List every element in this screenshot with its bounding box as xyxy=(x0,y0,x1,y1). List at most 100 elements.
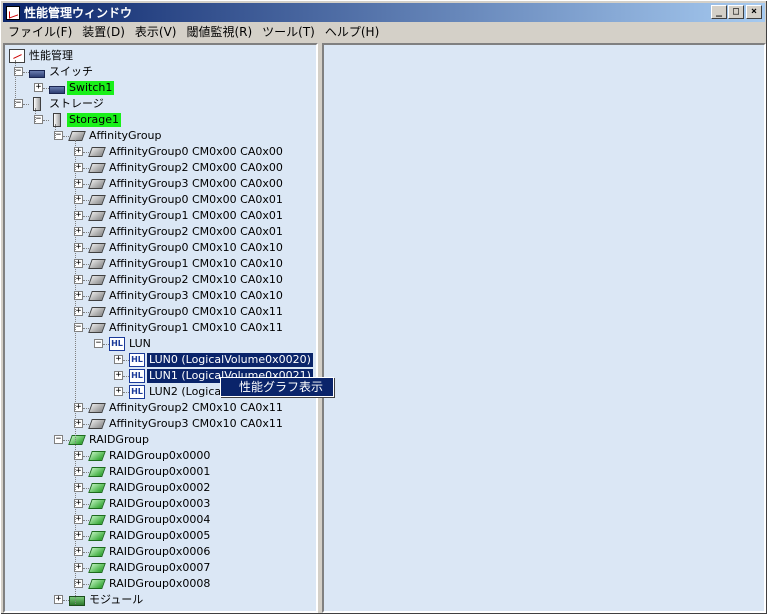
raid-group-icon xyxy=(88,483,106,493)
tree-item-label: AffinityGroup xyxy=(89,129,162,142)
affinity-group-icon xyxy=(88,275,106,285)
expand-icon[interactable]: + xyxy=(34,83,43,92)
tree-raid-item[interactable]: RAIDGroup0x0001 xyxy=(88,464,212,480)
close-button[interactable]: × xyxy=(746,5,762,19)
expand-icon[interactable]: + xyxy=(114,355,123,364)
tree-switch1[interactable]: Switch1 xyxy=(49,80,115,96)
app-icon[interactable] xyxy=(6,5,20,20)
tree-raid-item[interactable]: RAIDGroup0x0006 xyxy=(88,544,212,560)
tree-module-group[interactable]: モジュール xyxy=(69,592,145,608)
module-icon xyxy=(69,596,85,606)
title-bar[interactable]: 性能管理ウィンドウ _ □ × xyxy=(3,3,765,22)
tree-guide-line xyxy=(75,140,76,604)
affinity-group-icon xyxy=(88,243,106,253)
tree-storage1[interactable]: Storage1 xyxy=(49,112,122,128)
expand-icon[interactable]: + xyxy=(114,371,123,380)
window-controls: _ □ × xyxy=(710,5,762,19)
tree-affinity-item[interactable]: AffinityGroup0 CM0x10 CA0x11 xyxy=(88,304,285,320)
tree-raid-item[interactable]: RAIDGroup0x0003 xyxy=(88,496,212,512)
raid-group-icon xyxy=(68,435,86,445)
menu-device[interactable]: 装置(D) xyxy=(77,23,130,42)
tree-lun-group[interactable]: HL LUN xyxy=(109,336,153,352)
affinity-group-icon xyxy=(88,147,106,157)
raid-group-icon xyxy=(88,467,106,477)
tree-item-label: AffinityGroup2 CM0x00 CA0x00 xyxy=(109,161,283,174)
tree-item-label: AffinityGroup2 CM0x10 CA0x10 xyxy=(109,273,283,286)
tree-item-label: AffinityGroup0 CM0x10 CA0x11 xyxy=(109,305,283,318)
tree-affinity-item[interactable]: AffinityGroup3 CM0x00 CA0x00 xyxy=(88,176,285,192)
tree-lun-item[interactable]: HL LUN0 (LogicalVolume0x0020) xyxy=(129,352,313,368)
tree-item-label: AffinityGroup3 CM0x00 CA0x00 xyxy=(109,177,283,190)
tree-affinity-item[interactable]: AffinityGroup3 CM0x10 CA0x10 xyxy=(88,288,285,304)
affinity-group-icon xyxy=(88,307,106,317)
menu-threshold[interactable]: 閾値監視(R) xyxy=(181,23,257,42)
affinity-group-icon xyxy=(88,403,106,413)
tree-raid-item[interactable]: RAIDGroup0x0007 xyxy=(88,560,212,576)
maximize-button[interactable]: □ xyxy=(728,5,744,19)
expand-icon[interactable]: + xyxy=(114,387,123,396)
close-icon: × xyxy=(750,6,758,17)
tree-item-label: Switch1 xyxy=(67,81,115,95)
tree-affinity-item[interactable]: AffinityGroup2 CM0x10 CA0x11 xyxy=(88,400,285,416)
tree-item-label: RAIDGroup0x0000 xyxy=(109,449,211,462)
tree-raid-item[interactable]: RAIDGroup0x0004 xyxy=(88,512,212,528)
tree-raid-item[interactable]: RAIDGroup0x0000 xyxy=(88,448,212,464)
tree-item-label: スイッチ xyxy=(49,65,93,78)
tree-affinity-group[interactable]: AffinityGroup xyxy=(68,128,164,144)
tree-raid-group[interactable]: RAIDGroup xyxy=(68,432,151,448)
tree-item-label: RAIDGroup0x0006 xyxy=(109,545,211,558)
performance-chart-icon xyxy=(9,49,25,63)
tree-affinity-item[interactable]: AffinityGroup2 CM0x00 CA0x00 xyxy=(88,160,285,176)
tree-affinity-item[interactable]: AffinityGroup0 CM0x00 CA0x01 xyxy=(88,192,285,208)
tree-affinity-item[interactable]: AffinityGroup0 CM0x00 CA0x00 xyxy=(88,144,285,160)
device-tree: 性能管理 − スイッチ + Switch1− ストレージ − Storage1− Affinit… xyxy=(5,45,316,611)
expand-icon[interactable]: + xyxy=(54,595,63,604)
tree-affinity-item[interactable]: AffinityGroup1 CM0x10 CA0x11 xyxy=(88,320,285,336)
affinity-group-icon xyxy=(88,195,106,205)
tree-affinity-item[interactable]: AffinityGroup1 CM0x00 CA0x01 xyxy=(88,208,285,224)
tree-raid-item[interactable]: RAIDGroup0x0005 xyxy=(88,528,212,544)
menu-help[interactable]: ヘルプ(H) xyxy=(320,23,384,42)
affinity-group-icon xyxy=(88,211,106,221)
tree-item-label: RAIDGroup0x0002 xyxy=(109,481,211,494)
tree-item-label: RAIDGroup0x0004 xyxy=(109,513,211,526)
raid-group-icon xyxy=(88,531,106,541)
tree-affinity-item[interactable]: AffinityGroup1 CM0x10 CA0x10 xyxy=(88,256,285,272)
tree-guide-line xyxy=(35,108,36,124)
raid-group-icon xyxy=(88,515,106,525)
tree-raid-item[interactable]: RAIDGroup0x0008 xyxy=(88,576,212,592)
tree-affinity-item[interactable]: AffinityGroup2 CM0x00 CA0x01 xyxy=(88,224,285,240)
tree-item-label: AffinityGroup0 CM0x00 CA0x01 xyxy=(109,193,283,206)
minimize-button[interactable]: _ xyxy=(711,5,727,19)
maximize-icon: □ xyxy=(732,6,740,17)
tree-lun-item[interactable]: HL LUN2 (LogicalV xyxy=(129,384,234,400)
tree-item-label: 性能管理 xyxy=(29,49,73,62)
tree-item-label: RAIDGroup xyxy=(89,433,149,446)
content-pane[interactable] xyxy=(322,43,766,613)
tree-item-label: AffinityGroup0 CM0x10 CA0x10 xyxy=(109,241,283,254)
lun-icon: HL xyxy=(109,337,125,351)
minimize-icon: _ xyxy=(715,6,723,17)
collapse-icon[interactable]: − xyxy=(94,339,103,348)
tree-item-label: RAIDGroup0x0005 xyxy=(109,529,211,542)
tree-switch-group[interactable]: スイッチ xyxy=(29,64,95,80)
tree-item-label: RAIDGroup0x0003 xyxy=(109,497,211,510)
tree-guide-line xyxy=(15,60,16,108)
window-title: 性能管理ウィンドウ xyxy=(24,6,133,20)
tree-raid-item[interactable]: RAIDGroup0x0002 xyxy=(88,480,212,496)
affinity-group-icon xyxy=(88,323,106,333)
tree-item-label: LUN xyxy=(129,337,151,350)
menu-file[interactable]: ファイル(F) xyxy=(3,23,77,42)
menu-view[interactable]: 表示(V) xyxy=(130,23,182,42)
menu-tools[interactable]: ツール(T) xyxy=(257,23,320,42)
tree-item-label: モジュール xyxy=(89,593,144,606)
collapse-icon[interactable]: − xyxy=(54,435,63,444)
raid-group-icon xyxy=(88,579,106,589)
tree-affinity-item[interactable]: AffinityGroup2 CM0x10 CA0x10 xyxy=(88,272,285,288)
tree-affinity-item[interactable]: AffinityGroup3 CM0x10 CA0x11 xyxy=(88,416,285,432)
tree-storage-group[interactable]: ストレージ xyxy=(29,96,106,112)
tree-affinity-item[interactable]: AffinityGroup0 CM0x10 CA0x10 xyxy=(88,240,285,256)
tree-root[interactable]: 性能管理 xyxy=(9,48,75,64)
context-menu-performance-graph[interactable]: 性能グラフ表示 xyxy=(221,378,333,396)
tree-pane[interactable]: 性能管理 − スイッチ + Switch1− ストレージ − Storage1− Affinit… xyxy=(3,43,318,613)
